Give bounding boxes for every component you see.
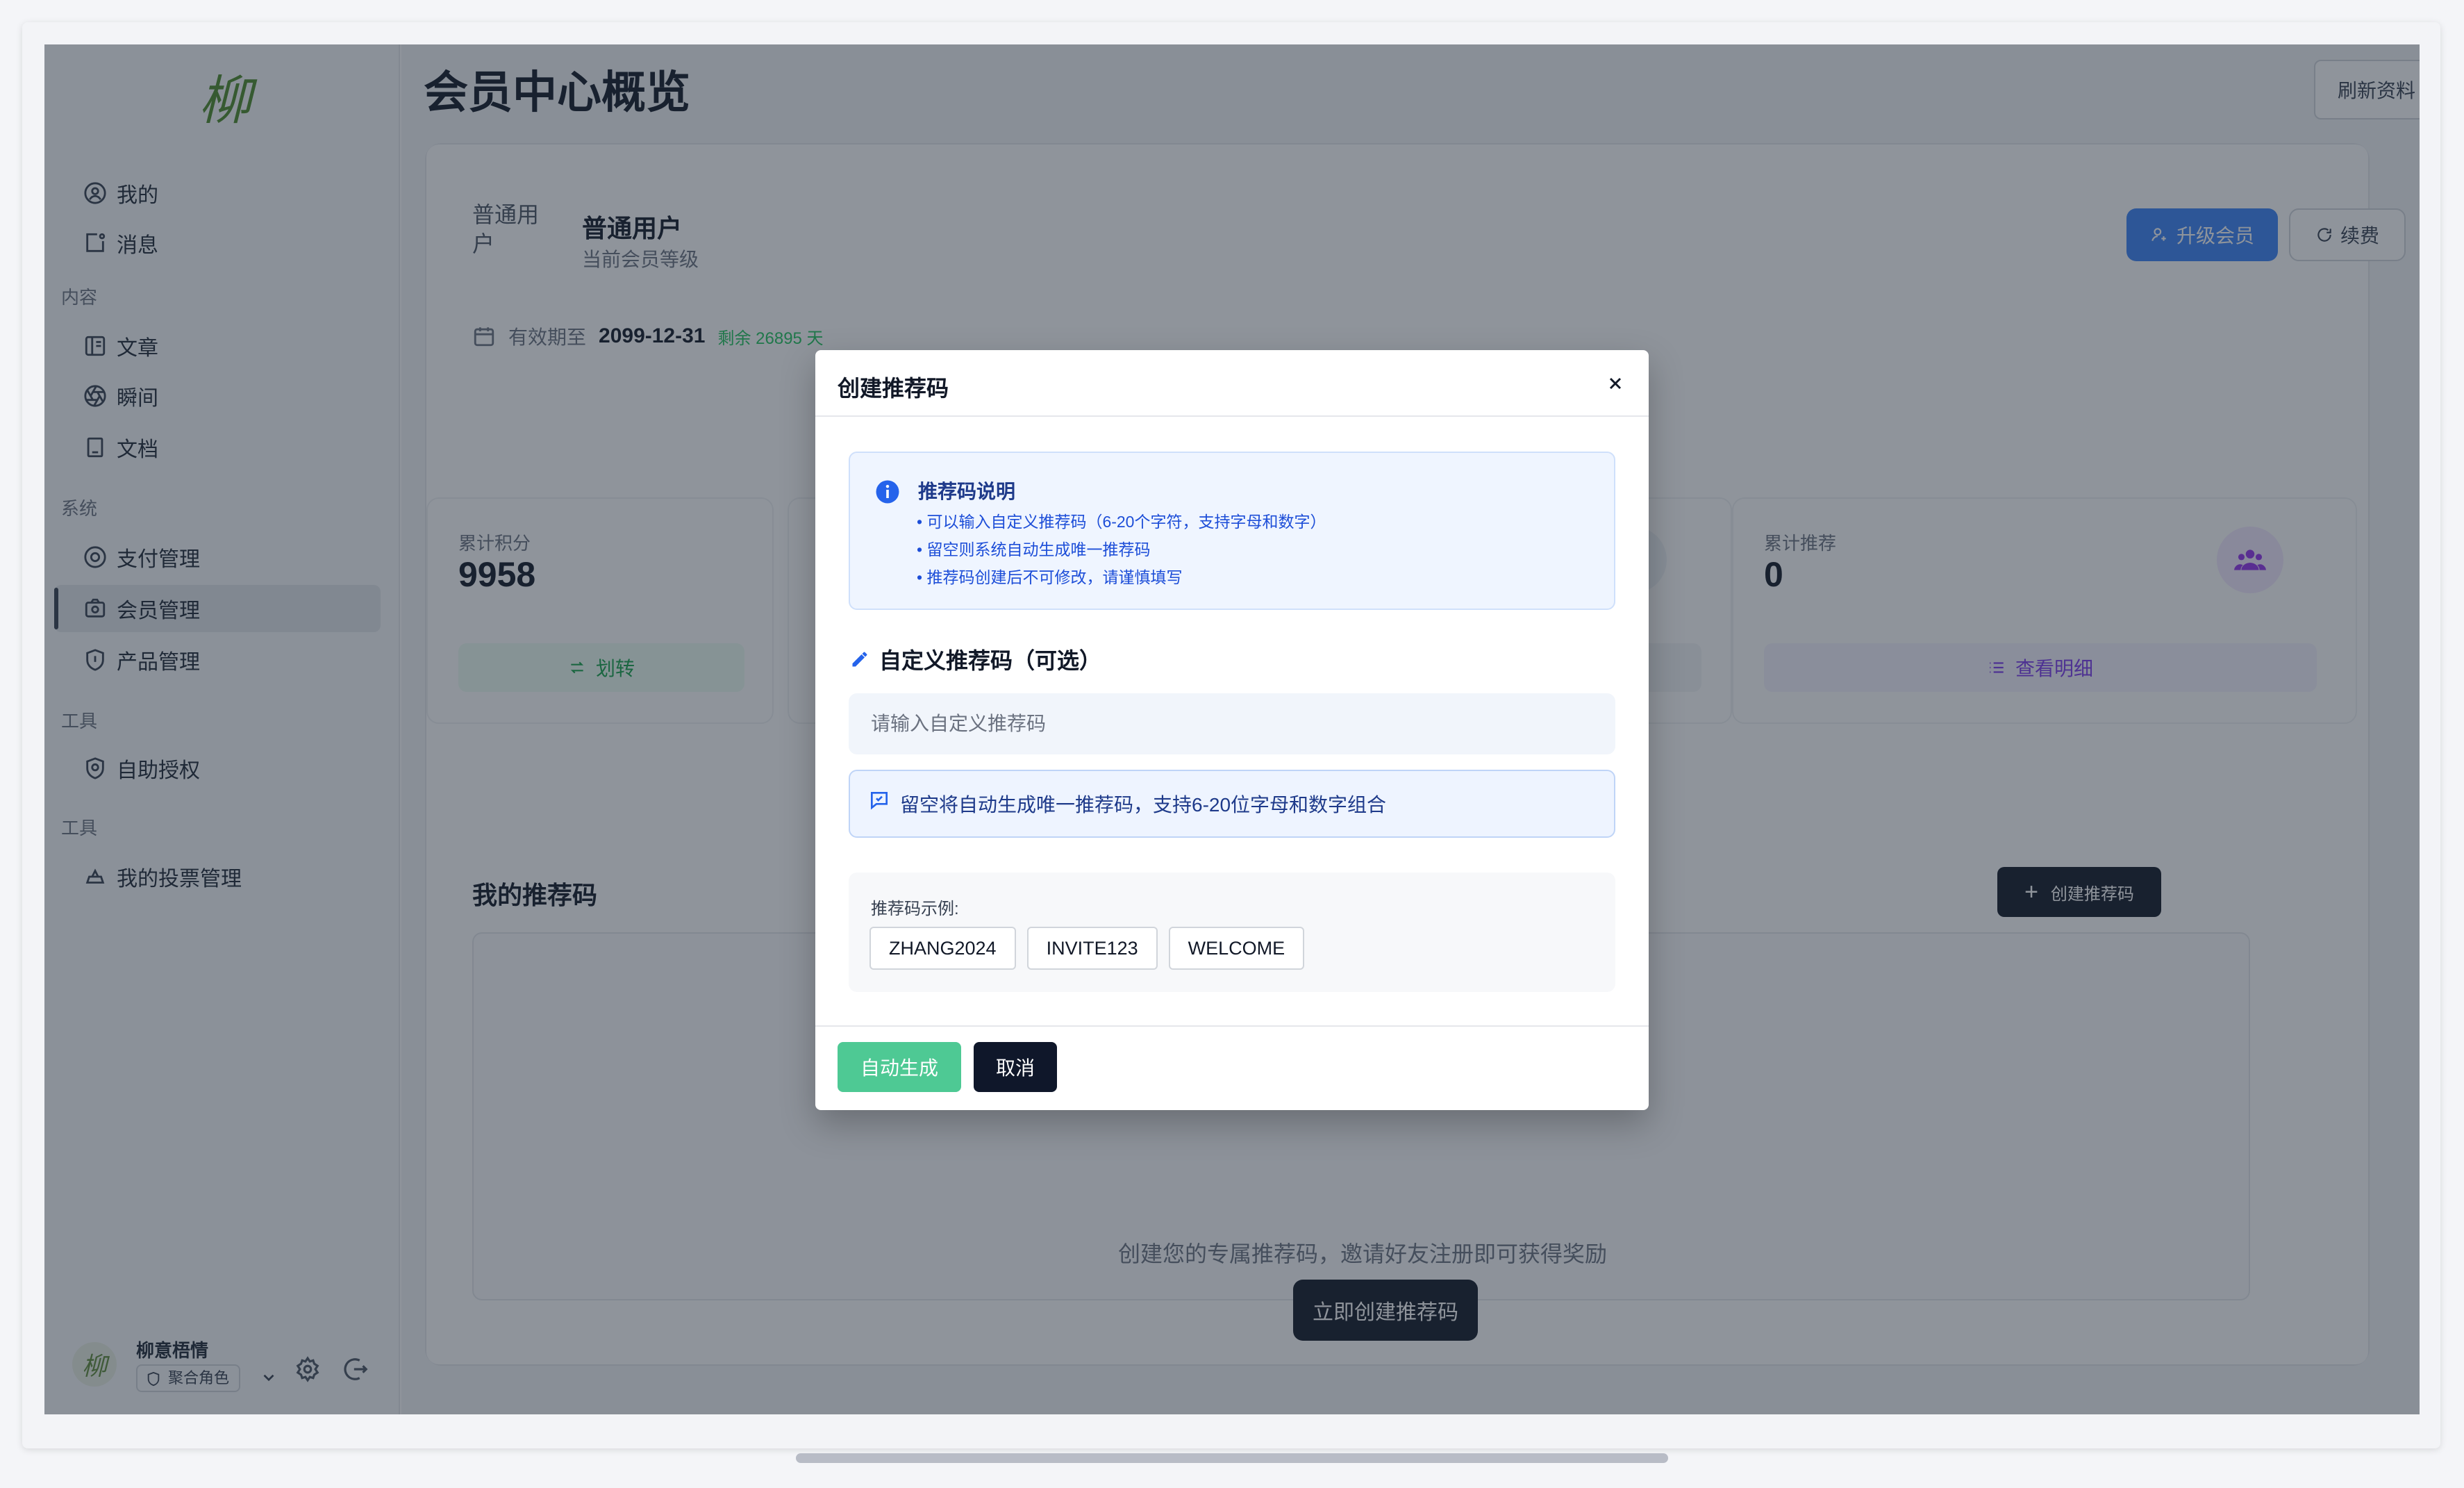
hint-text: 留空将自动生成唯一推荐码，支持6-20位字母和数字组合 [900,794,1387,816]
info-line: • 推荐码创建后不可修改，请谨慎填写 [917,568,1183,586]
cancel-button[interactable]: 取消 [974,1042,1057,1092]
lightbulb-icon [871,792,888,810]
pencil-icon [852,652,867,667]
examples-panel: 推荐码示例: ZHANG2024 INVITE123 WELCOME [849,873,1615,992]
dialog-footer: 自动生成 取消 [815,1025,1649,1110]
app-window: 柳 我的 消息 内容 文章 瞬间 文档 系统 支付管理 会员管 [44,44,2420,1414]
auto-generate-button[interactable]: 自动生成 [838,1042,961,1092]
dialog-title: 创建推荐码 [838,376,949,401]
example-tag[interactable]: INVITE123 [1026,927,1158,970]
horizontal-scrollbar[interactable] [796,1453,1668,1463]
info-panel: 推荐码说明 • 可以输入自定义推荐码（6-20个字符，支持字母和数字） • 留空… [849,452,1615,610]
example-tags: ZHANG2024 INVITE123 WELCOME [869,927,1305,970]
example-tag[interactable]: WELCOME [1168,927,1305,970]
custom-code-label: 自定义推荐码（可选） [850,643,1101,675]
close-button[interactable] [1600,368,1631,399]
info-line: • 可以输入自定义推荐码（6-20个字符，支持字母和数字） [917,513,1326,531]
create-referral-dialog: 创建推荐码 推荐码说明 • 可以输入自定义推荐码（6-20个字符，支持字母和数字… [815,350,1649,1110]
info-icon [876,480,899,504]
custom-code-label-text: 自定义推荐码（可选） [879,648,1102,673]
custom-code-input[interactable] [849,693,1615,754]
close-icon [1609,377,1622,390]
info-title: 推荐码说明 [918,481,1016,502]
dialog-header: 创建推荐码 [815,350,1649,417]
hint-panel: 留空将自动生成唯一推荐码，支持6-20位字母和数字组合 [849,770,1615,838]
example-tag[interactable]: ZHANG2024 [869,927,1016,970]
info-line: • 留空则系统自动生成唯一推荐码 [917,540,1151,559]
examples-label: 推荐码示例: [871,900,959,918]
